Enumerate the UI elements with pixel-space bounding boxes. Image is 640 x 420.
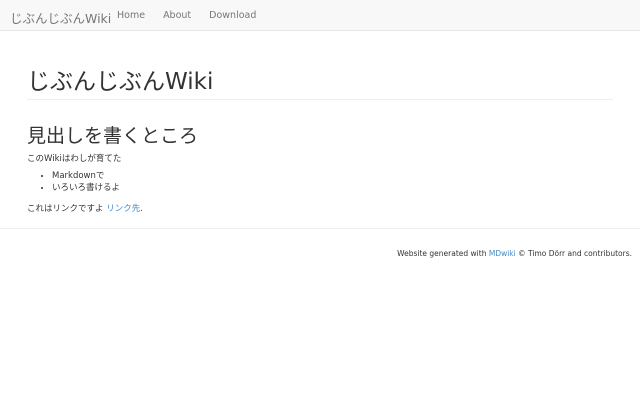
link-target[interactable]: リンク先 [106, 204, 140, 214]
intro-text: このWikiはわしが育てた [27, 154, 122, 164]
mdwiki-link[interactable]: MDwiki [489, 249, 516, 258]
nav-home-link[interactable]: Home [117, 10, 145, 21]
section-heading: 見出しを書くところ [27, 125, 199, 147]
link-sentence-suffix: . [140, 204, 143, 214]
link-sentence: これはリンクですよ リンク先. [27, 202, 143, 214]
top-navbar: じぶんじぶんWiki Home About Download [0, 0, 640, 31]
footer-prefix: Website generated with [397, 249, 489, 258]
footer: Website generated with MDwiki © Timo Dör… [397, 249, 632, 258]
brand-link[interactable]: じぶんじぶんWiki [10, 8, 111, 27]
list-item: Markdownで [52, 170, 120, 182]
nav-menu: Home About Download [117, 10, 274, 21]
bullet-list: Markdownで いろいろ書けるよ [39, 170, 120, 194]
link-sentence-prefix: これはリンクですよ [27, 204, 107, 214]
page-title: じぶんじぶんWiki [27, 69, 214, 95]
footer-divider [0, 228, 640, 229]
footer-suffix: © Timo Dörr and contributors. [515, 249, 632, 258]
nav-download-link[interactable]: Download [209, 10, 256, 21]
nav-about-link[interactable]: About [163, 10, 191, 21]
list-item: いろいろ書けるよ [52, 182, 120, 194]
title-divider [27, 99, 613, 100]
